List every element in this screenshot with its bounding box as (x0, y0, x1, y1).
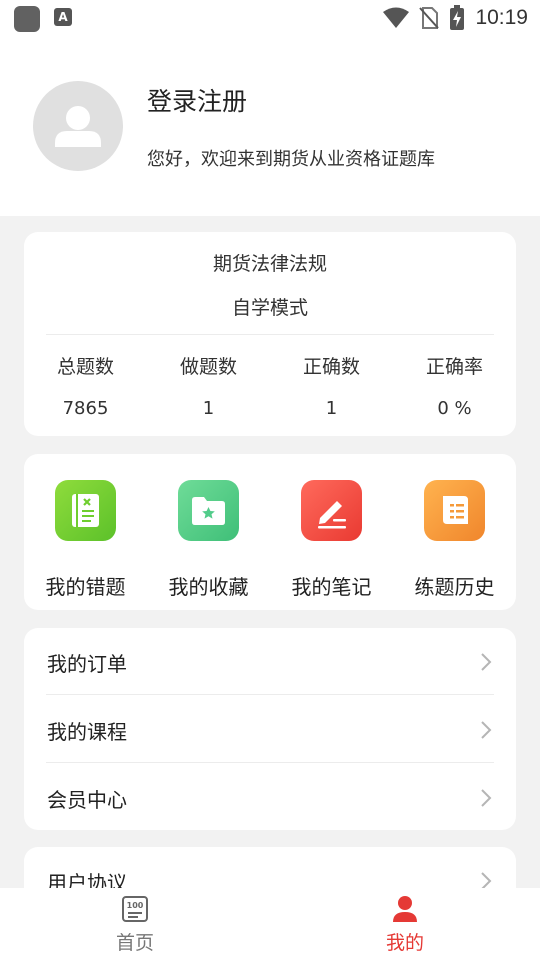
tool-label: 练题历史 (414, 575, 495, 599)
status-bar-right: 10:19 (383, 4, 528, 32)
divider (46, 334, 494, 335)
favorites-folder-icon (178, 480, 239, 541)
stat-value: 1 (202, 398, 215, 419)
stat-value: 7865 (62, 398, 109, 419)
chevron-right-icon (481, 653, 492, 671)
tools-card: 我的错题 我的收藏 我的笔记 练题历史 (24, 454, 516, 610)
stat-label: 正确数 (302, 356, 360, 378)
bottom-tab-bar: 100 首页 我的 (0, 888, 540, 960)
stat-label: 正确率 (425, 356, 483, 378)
menu-item-label: 我的课程 (47, 720, 127, 744)
login-register-link[interactable]: 登录注册 (147, 82, 247, 118)
stats-card: 期货法律法规 自学模式 总题数 7865 做题数 1 正确数 1 正确率 0 % (24, 232, 516, 436)
stat-value: 1 (325, 398, 338, 419)
stat-value: 0 % (437, 398, 472, 419)
divider (46, 694, 494, 695)
welcome-text: 您好，欢迎来到期货从业资格证题库 (147, 149, 435, 170)
stat-label: 总题数 (56, 356, 114, 378)
no-sim-icon (419, 7, 440, 29)
tool-notes[interactable]: 我的笔记 (270, 454, 393, 610)
menu-card: 我的订单 我的课程 会员中心 (24, 628, 516, 830)
tab-home[interactable]: 100 首页 (0, 888, 270, 960)
battery-charging-icon (450, 5, 465, 30)
history-scroll-icon (424, 480, 485, 541)
tab-label: 我的 (385, 932, 424, 954)
menu-item-membership[interactable]: 会员中心 (24, 764, 516, 831)
tool-label: 我的错题 (45, 575, 126, 599)
avatar[interactable] (33, 81, 123, 171)
chevron-right-icon (481, 789, 492, 807)
app-notification-icon (14, 6, 40, 32)
tool-wrong-questions[interactable]: 我的错题 (24, 454, 147, 610)
wifi-icon (383, 7, 410, 28)
svg-text:100: 100 (127, 901, 144, 910)
profile-header: 登录注册 您好，欢迎来到期货从业资格证题库 (0, 36, 540, 216)
menu-item-courses[interactable]: 我的课程 (24, 696, 516, 763)
menu-item-orders[interactable]: 我的订单 (24, 628, 516, 695)
home-100-icon: 100 (122, 896, 148, 922)
wrong-questions-icon (55, 480, 116, 541)
clock: 10:19 (475, 6, 528, 29)
notes-pen-icon (301, 480, 362, 541)
menu-item-label: 我的订单 (47, 652, 127, 676)
menu-item-label: 会员中心 (47, 788, 127, 812)
subject-title[interactable]: 期货法律法规 (24, 249, 516, 276)
tool-practice-history[interactable]: 练题历史 (393, 454, 516, 610)
accessibility-notification-icon: A (54, 8, 72, 26)
divider (46, 762, 494, 763)
tab-profile[interactable]: 我的 (270, 888, 540, 960)
tool-favorites[interactable]: 我的收藏 (147, 454, 270, 610)
study-mode: 自学模式 (231, 297, 308, 319)
tool-label: 我的笔记 (291, 575, 372, 599)
tab-label: 首页 (115, 932, 154, 954)
chevron-right-icon (481, 721, 492, 739)
status-bar: A 10:19 (0, 0, 540, 36)
default-user-icon (55, 106, 101, 147)
tool-label: 我的收藏 (168, 575, 249, 599)
stat-label: 做题数 (179, 356, 237, 378)
profile-person-icon (393, 896, 417, 922)
